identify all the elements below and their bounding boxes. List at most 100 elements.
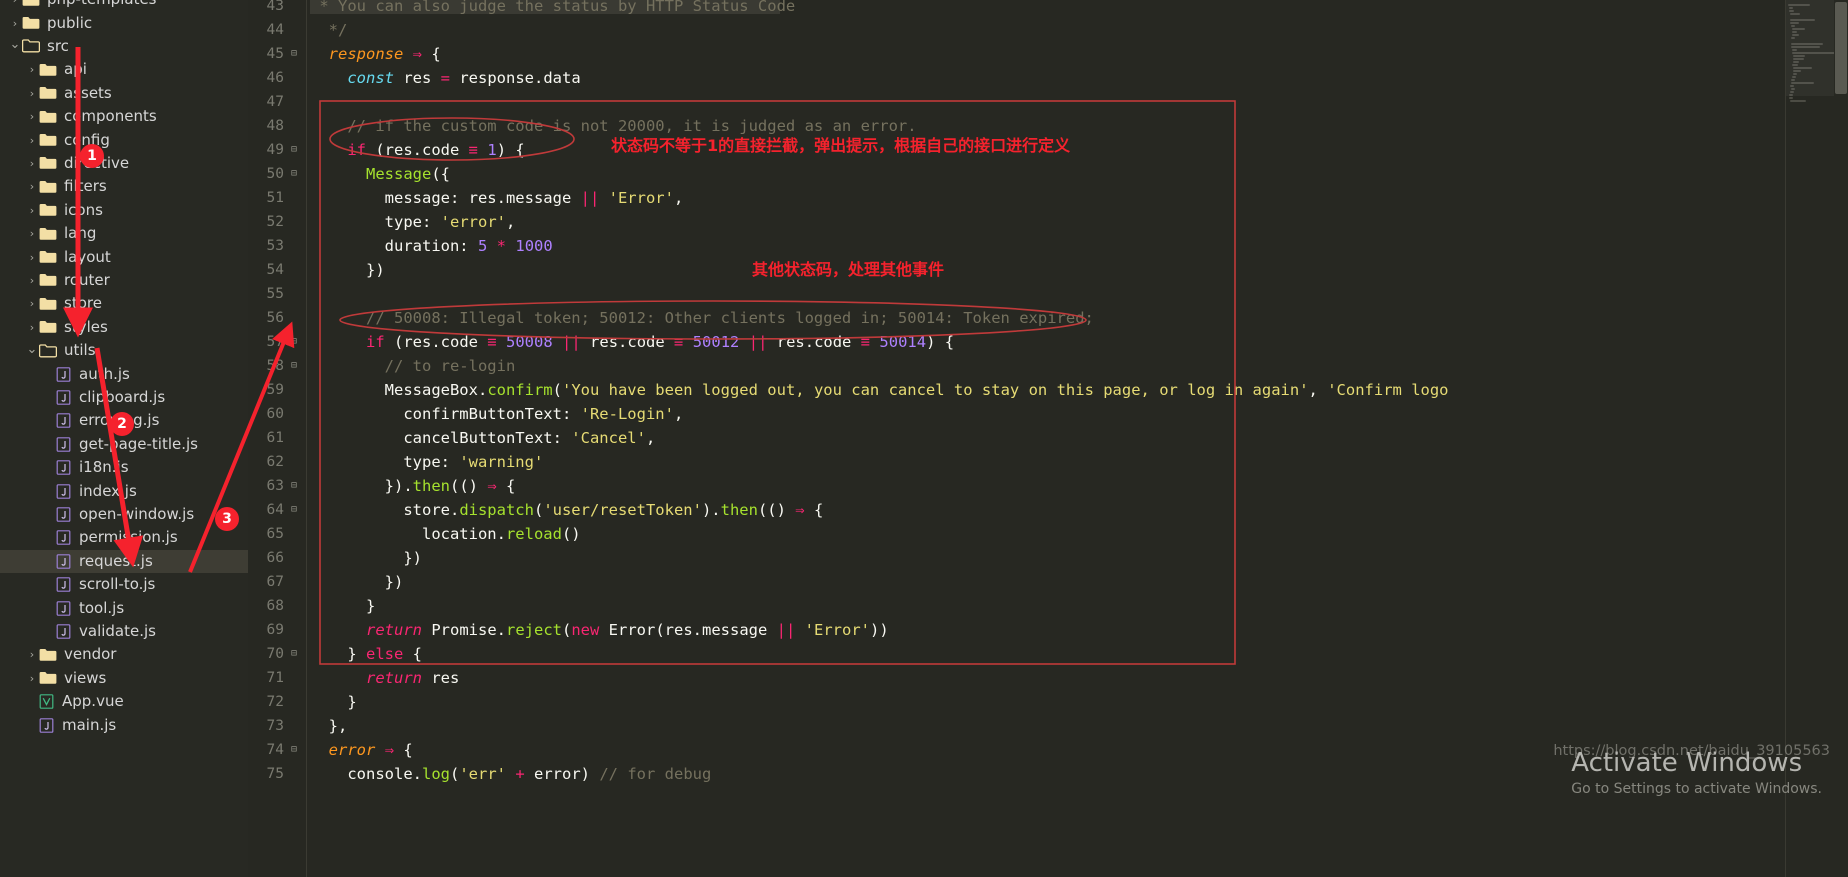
fold-toggle-icon[interactable]: ⊟ [288, 330, 300, 354]
tree-item-api[interactable]: › api [0, 58, 248, 81]
code-line[interactable]: type: 'error', [310, 210, 516, 234]
code-line[interactable]: }) [310, 546, 422, 570]
code-line[interactable]: confirmButtonText: 'Re-Login', [310, 402, 683, 426]
tree-item-index-js[interactable]: index.js [0, 479, 248, 502]
code-line[interactable]: location.reload() [310, 522, 581, 546]
chevron-right-icon[interactable]: › [25, 135, 39, 146]
fold-toggle-icon[interactable]: ⊟ [288, 474, 300, 498]
code-line[interactable]: // 50008: Illegal token; 50012: Other cl… [310, 306, 1094, 330]
chevron-right-icon[interactable]: › [25, 64, 39, 75]
chevron-right-icon[interactable]: › [25, 275, 39, 286]
tree-item-php-templates[interactable]: › php-templates [0, 0, 248, 11]
code-line[interactable]: */ [310, 18, 348, 42]
code-line[interactable]: duration: 5 * 1000 [310, 234, 553, 258]
chevron-right-icon[interactable]: › [8, 0, 22, 5]
chevron-right-icon[interactable]: › [25, 298, 39, 309]
code-line[interactable]: * You can also judge the status by HTTP … [310, 0, 795, 18]
chevron-down-icon[interactable]: ⌄ [8, 38, 22, 51]
code-line[interactable]: }) [310, 570, 404, 594]
chevron-right-icon[interactable]: › [25, 158, 39, 169]
chevron-right-icon[interactable]: › [25, 88, 39, 99]
chevron-right-icon[interactable]: › [25, 252, 39, 263]
tree-item-lang[interactable]: › lang [0, 222, 248, 245]
tree-item-config[interactable]: › config [0, 128, 248, 151]
code-token: }) [310, 549, 422, 567]
tree-item-components[interactable]: › components [0, 105, 248, 128]
tree-item-layout[interactable]: › layout [0, 245, 248, 268]
code-line[interactable]: } [310, 690, 356, 714]
code-editor[interactable]: 43 44 45 ⊟ 46 47 48 49 ⊟ 50 ⊟ 51 52 53 54 55 56 57 ⊟ 58 ⊟ 59 6… [248, 0, 1848, 877]
fold-toggle-icon[interactable]: ⊟ [288, 738, 300, 762]
chevron-right-icon[interactable]: › [25, 673, 39, 684]
tree-item-request-js[interactable]: request.js [0, 549, 248, 573]
tree-item-main-js[interactable]: main.js [0, 713, 248, 736]
code-line[interactable]: MessageBox.confirm('You have been logged… [310, 378, 1449, 402]
tree-item-tool-js[interactable]: tool.js [0, 596, 248, 619]
code-line[interactable]: error ⇒ { [310, 738, 413, 762]
tree-item-get-page-title-js[interactable]: get-page-title.js [0, 433, 248, 456]
tree-item-views[interactable]: › views [0, 667, 248, 690]
tree-item-src[interactable]: ⌄ src [0, 35, 248, 58]
fold-toggle-icon[interactable]: ⊟ [288, 138, 300, 162]
chevron-right-icon[interactable]: › [25, 205, 39, 216]
code-line[interactable]: if (res.code ≡ 50008 || res.code ≡ 50012… [310, 330, 954, 354]
chevron-right-icon[interactable]: › [25, 111, 39, 122]
code-line[interactable]: const res = response.data [310, 66, 580, 90]
code-line[interactable]: return Promise.reject(new Error(res.mess… [310, 618, 889, 642]
tree-item-filters[interactable]: › filters [0, 175, 248, 198]
chevron-right-icon[interactable]: › [25, 228, 39, 239]
code-line[interactable]: response ⇒ { [310, 42, 441, 66]
chevron-right-icon[interactable]: › [25, 649, 39, 660]
code-line[interactable]: store.dispatch('user/resetToken').then((… [310, 498, 823, 522]
minimap[interactable] [1786, 0, 1836, 877]
code-line[interactable]: // to re-login [310, 354, 516, 378]
tree-item-clipboard-js[interactable]: clipboard.js [0, 386, 248, 409]
code-line[interactable]: type: 'warning' [310, 450, 543, 474]
tree-item-i18n-js[interactable]: i18n.js [0, 456, 248, 479]
tree-item-app-vue[interactable]: App.vue [0, 690, 248, 713]
tree-item-store[interactable]: › store [0, 292, 248, 315]
chevron-down-icon[interactable]: ⌄ [25, 343, 39, 356]
code-content[interactable]: * You can also judge the status by HTTP … [306, 0, 1848, 877]
tree-item-permission-js[interactable]: permission.js [0, 526, 248, 549]
tree-item-public[interactable]: › public [0, 11, 248, 34]
line-number: 45 [266, 46, 284, 62]
vertical-scrollbar[interactable] [1834, 0, 1848, 877]
explorer-sidebar[interactable]: › php-templates › public ⌄ src › api › assets › com… [0, 0, 248, 877]
code-line[interactable]: Message({ [310, 162, 450, 186]
tree-item-error-log-js[interactable]: error-log.js [0, 409, 248, 432]
tree-item-utils[interactable]: ⌄ utils [0, 339, 248, 362]
code-line[interactable]: }, [310, 714, 348, 738]
tree-item-styles[interactable]: › styles [0, 316, 248, 339]
tree-item-validate-js[interactable]: validate.js [0, 620, 248, 643]
fold-toggle-icon[interactable]: ⊟ [288, 354, 300, 378]
tree-item-assets[interactable]: › assets [0, 82, 248, 105]
fold-toggle-icon[interactable]: ⊟ [288, 162, 300, 186]
code-line[interactable]: return res [310, 666, 459, 690]
fold-toggle-icon[interactable]: ⊟ [288, 42, 300, 66]
chevron-right-icon[interactable]: › [25, 322, 39, 333]
tree-item-directive[interactable]: › directive [0, 152, 248, 175]
scrollbar-thumb[interactable] [1835, 2, 1847, 94]
tree-item-auth-js[interactable]: auth.js [0, 362, 248, 385]
chevron-right-icon[interactable]: › [25, 181, 39, 192]
code-line[interactable]: } [310, 594, 375, 618]
tree-item-open-window-js[interactable]: open-window.js [0, 503, 248, 526]
code-line[interactable]: if (res.code ≡ 1) { [310, 138, 524, 162]
code-token: , [1308, 381, 1328, 399]
tree-item-vendor[interactable]: › vendor [0, 643, 248, 666]
code-line[interactable]: cancelButtonText: 'Cancel', [310, 426, 655, 450]
fold-toggle-icon[interactable]: ⊟ [288, 642, 300, 666]
tree-item-scroll-to-js[interactable]: scroll-to.js [0, 573, 248, 596]
code-line[interactable]: }) [310, 258, 385, 282]
code-line[interactable]: }).then(() ⇒ { [310, 474, 516, 498]
chevron-right-icon[interactable]: › [8, 18, 22, 29]
code-line[interactable]: } else { [310, 642, 422, 666]
tree-item-router[interactable]: › router [0, 269, 248, 292]
code-line[interactable]: message: res.message || 'Error', [310, 186, 684, 210]
tree-item-icons[interactable]: › icons [0, 199, 248, 222]
minimap-slider[interactable] [1786, 0, 1834, 96]
code-line[interactable]: // if the custom code is not 20000, it i… [310, 114, 916, 138]
fold-toggle-icon[interactable]: ⊟ [288, 498, 300, 522]
code-line[interactable]: console.log('err' + error) // for debug [310, 762, 711, 786]
